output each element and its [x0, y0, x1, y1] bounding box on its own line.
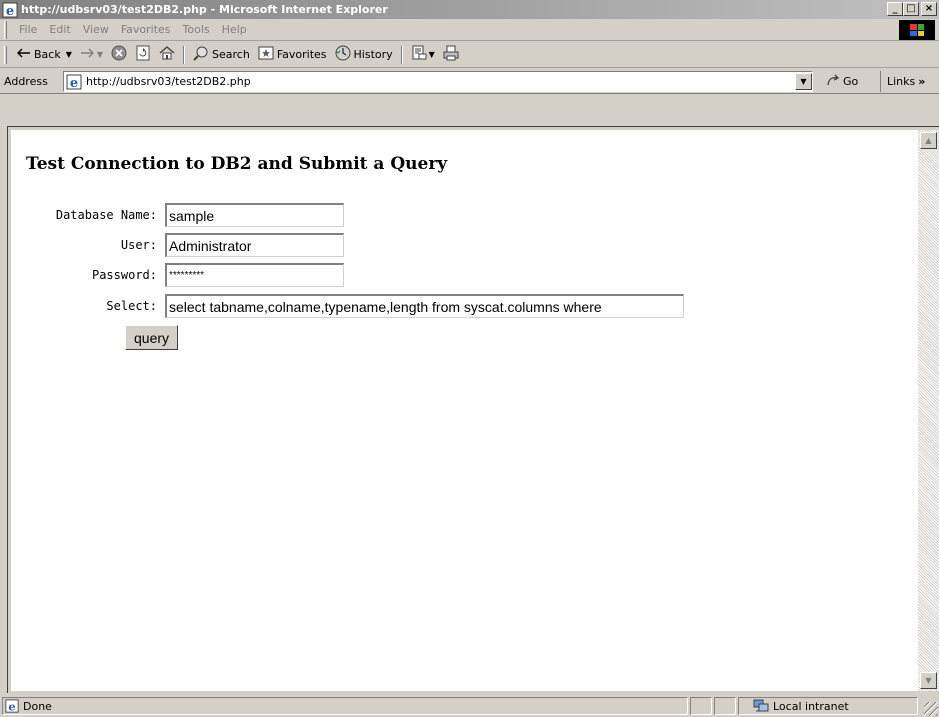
form-row-user: User: Administrator — [11, 233, 344, 257]
menu-tools[interactable]: Tools — [177, 23, 216, 36]
vertical-scrollbar[interactable]: ▲ ▼ — [918, 130, 939, 691]
history-button[interactable]: History — [331, 44, 397, 66]
form-row-password: Password: ********* — [11, 263, 344, 287]
scroll-down-icon[interactable]: ▼ — [920, 672, 937, 689]
search-button[interactable]: Search — [189, 44, 254, 66]
title-bar: e http://udbsrv03/test2DB2.php - Microso… — [0, 0, 939, 19]
toolbar-separator — [183, 45, 186, 64]
status-zone-pane: Local intranet — [738, 697, 918, 715]
window-title: http://udbsrv03/test2DB2.php - Microsoft… — [21, 3, 388, 16]
refresh-button[interactable] — [131, 44, 155, 66]
toolbar-separator — [400, 45, 403, 64]
go-button[interactable]: Go — [826, 73, 858, 90]
back-label: Back — [34, 48, 61, 61]
status-bar: e Done Local intranet — [0, 695, 939, 717]
maximize-button[interactable]: □ — [903, 2, 919, 16]
status-security-pane — [714, 697, 736, 715]
go-arrow-icon — [826, 73, 840, 90]
form-row-database: Database Name: sample — [11, 203, 344, 227]
address-label: Address — [4, 74, 48, 88]
menu-edit[interactable]: Edit — [43, 23, 76, 36]
favorites-button[interactable]: Favorites — [254, 44, 331, 66]
password-input[interactable]: ********* — [165, 263, 344, 287]
back-dropdown-icon[interactable]: ▼ — [66, 50, 72, 59]
address-url: http://udbsrv03/test2DB2.php — [86, 75, 251, 88]
database-name-input[interactable]: sample — [165, 203, 344, 227]
status-text: Done — [23, 699, 52, 713]
address-bar: Address e http://udbsrv03/test2DB2.php ▼… — [0, 69, 939, 94]
address-input[interactable]: e http://udbsrv03/test2DB2.php ▼ — [63, 71, 813, 92]
links-label: Links — [887, 75, 916, 88]
query-button[interactable]: query — [125, 325, 179, 350]
search-label: Search — [212, 48, 250, 61]
mail-icon — [411, 45, 427, 64]
toolbar-grip[interactable] — [4, 45, 7, 64]
back-arrow-icon — [17, 48, 31, 61]
history-icon — [335, 45, 351, 64]
forward-button[interactable]: ▼ — [76, 44, 107, 66]
browser-window: e http://udbsrv03/test2DB2.php - Microso… — [0, 0, 939, 717]
zone-label: Local intranet — [773, 699, 849, 713]
menu-file[interactable]: File — [13, 23, 43, 36]
svg-text:e: e — [6, 4, 14, 18]
mail-dropdown-icon[interactable]: ▼ — [429, 50, 435, 59]
minimize-button[interactable]: _ — [887, 2, 903, 16]
select-label: Select: — [106, 299, 157, 313]
stop-icon — [111, 45, 127, 64]
page-content: Test Connection to DB2 and Submit a Quer… — [11, 130, 918, 691]
menu-favorites[interactable]: Favorites — [115, 23, 177, 36]
close-button[interactable]: × — [921, 2, 937, 16]
links-button[interactable]: Links » — [880, 71, 925, 92]
password-label: Password: — [91, 268, 157, 282]
address-dropdown-icon[interactable]: ▼ — [795, 73, 812, 90]
home-icon — [159, 45, 175, 64]
database-name-label: Database Name: — [55, 208, 157, 222]
stop-button[interactable] — [107, 44, 131, 66]
status-progress-pane — [690, 697, 712, 715]
history-label: History — [353, 48, 393, 61]
chevron-right-icon: » — [918, 75, 926, 88]
form-row-select: Select: select tabname,colname,typename,… — [11, 294, 684, 318]
ie-page-icon: e — [2, 2, 18, 19]
go-label: Go — [843, 75, 859, 88]
forward-dropdown-icon[interactable]: ▼ — [97, 50, 103, 59]
select-query-input[interactable]: select tabname,colname,typename,length f… — [165, 294, 684, 318]
refresh-icon — [135, 45, 151, 64]
status-main-pane: e Done — [2, 697, 688, 715]
menu-help[interactable]: Help — [216, 23, 253, 36]
print-button[interactable] — [439, 44, 463, 66]
user-input[interactable]: Administrator — [165, 233, 344, 257]
windows-flag-icon — [899, 20, 935, 40]
intranet-icon — [753, 699, 769, 713]
svg-text:e: e — [70, 76, 78, 90]
forward-arrow-icon — [80, 48, 94, 61]
back-button[interactable]: Back ▼ — [13, 44, 76, 66]
page-heading: Test Connection to DB2 and Submit a Quer… — [26, 154, 448, 174]
svg-text:e: e — [8, 699, 15, 713]
standard-toolbar: Back ▼ ▼ Search Favorites History ▼ — [0, 42, 939, 68]
home-button[interactable] — [155, 44, 179, 66]
favorites-icon — [258, 45, 274, 64]
menu-view[interactable]: View — [77, 23, 115, 36]
resize-grip[interactable] — [924, 702, 938, 716]
scroll-up-icon[interactable]: ▲ — [920, 132, 937, 149]
print-icon — [443, 45, 459, 64]
mail-button[interactable]: ▼ — [407, 44, 439, 66]
menubar-grip[interactable] — [4, 20, 7, 39]
ie-page-icon: e — [66, 74, 82, 91]
search-icon — [193, 45, 209, 64]
favorites-label: Favorites — [276, 48, 327, 61]
ie-page-icon: e — [5, 699, 19, 713]
menu-bar: File Edit View Favorites Tools Help — [0, 19, 939, 41]
user-label: User: — [120, 238, 157, 252]
